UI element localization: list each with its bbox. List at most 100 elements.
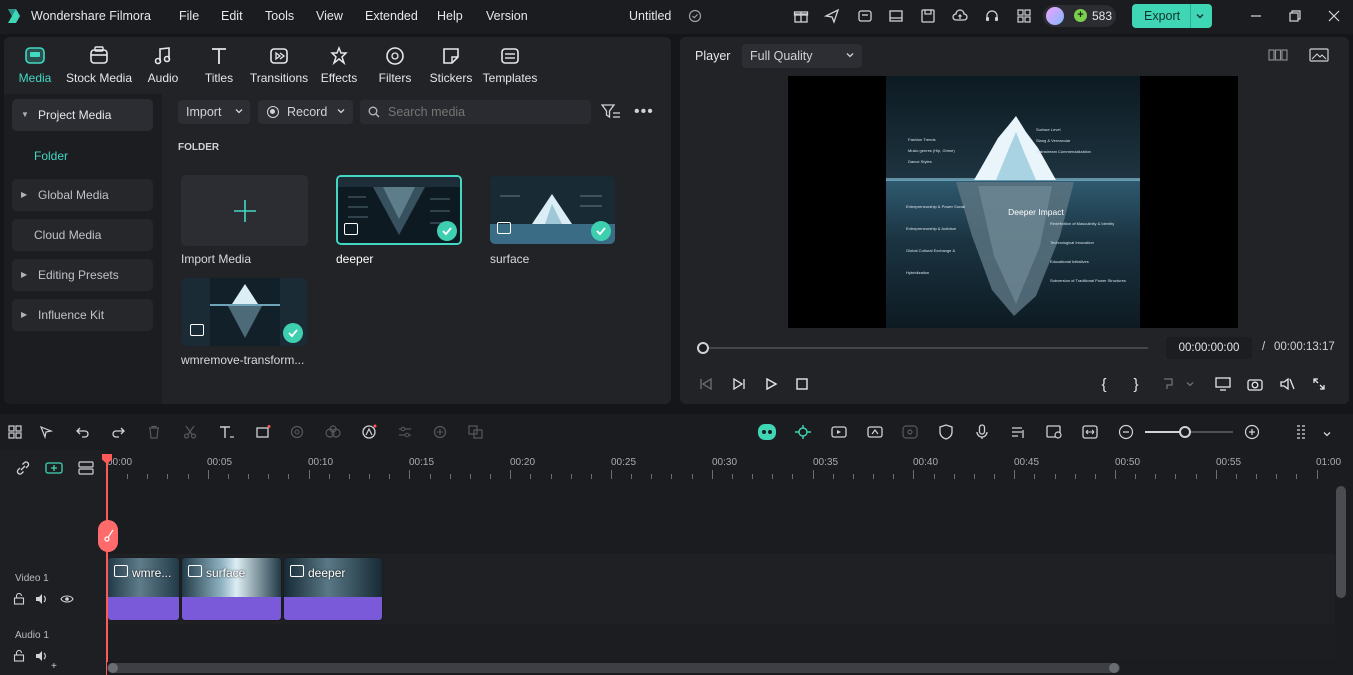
display-settings-icon[interactable] [1212, 373, 1234, 395]
chevron-down-icon[interactable] [1185, 378, 1195, 392]
vertical-scroll-thumb[interactable] [1336, 486, 1346, 598]
sidebar-item-global-media[interactable]: ▶ Global Media [12, 179, 153, 211]
playhead-scissors-handle[interactable] [98, 520, 118, 552]
split-scissors-icon[interactable] [179, 421, 201, 443]
previous-frame-icon[interactable] [695, 373, 717, 395]
templates-gallery-icon[interactable] [855, 6, 875, 26]
timeline-clip-surface[interactable]: surface [181, 557, 282, 621]
import-dropdown[interactable]: Import [178, 100, 250, 124]
menu-edit[interactable]: Edit [221, 9, 243, 23]
cloud-upload-icon[interactable] [950, 6, 970, 26]
chevron-down-icon[interactable] [1322, 428, 1332, 442]
close-icon[interactable] [1324, 6, 1344, 26]
mask-icon[interactable] [322, 421, 344, 443]
import-media-tile[interactable] [181, 175, 308, 246]
menu-file[interactable]: File [179, 9, 199, 23]
speaker-icon[interactable] [31, 588, 53, 610]
search-input[interactable] [388, 103, 583, 121]
color-match-icon[interactable] [287, 421, 309, 443]
audio-track-lane[interactable] [107, 624, 1337, 660]
media-item-wmremove[interactable] [182, 278, 307, 346]
camera-snapshot-icon[interactable] [1244, 373, 1266, 395]
playback-scrubber[interactable] [703, 347, 1148, 349]
menu-tools[interactable]: Tools [265, 9, 294, 23]
search-box[interactable] [360, 100, 591, 124]
play-icon[interactable] [760, 373, 782, 395]
speed-ramp-icon[interactable] [899, 421, 921, 443]
crop-icon[interactable] [252, 421, 274, 443]
sidebar-item-editing-presets[interactable]: ▶ Editing Presets [12, 259, 153, 291]
stop-icon[interactable] [791, 373, 813, 395]
filter-sort-icon[interactable] [600, 103, 621, 124]
tab-stock-media[interactable]: Stock Media [64, 41, 134, 91]
gift-icon[interactable] [791, 6, 811, 26]
fit-timeline-icon[interactable] [1079, 421, 1101, 443]
translate-icon[interactable] [465, 421, 487, 443]
tab-templates[interactable]: Templates [475, 41, 545, 91]
marker-icon[interactable] [1157, 373, 1179, 395]
media-item-deeper[interactable] [336, 175, 462, 245]
audio-mixer-icon[interactable] [1007, 421, 1029, 443]
scrubber-handle[interactable] [697, 342, 709, 354]
timeline-ruler[interactable]: 00:00 00:05 00:10 00:15 00:20 00:25 00:3… [107, 450, 1353, 484]
select-tool-icon[interactable] [35, 421, 57, 443]
microphone-icon[interactable] [971, 421, 993, 443]
credits-pill[interactable]: + 583 [1043, 5, 1116, 27]
zoom-slider-handle[interactable] [1179, 426, 1192, 438]
ai-copilot-icon[interactable] [756, 421, 778, 443]
sidebar-item-folder[interactable]: Folder [34, 149, 68, 163]
restore-icon[interactable] [1285, 6, 1305, 26]
smart-edit-icon[interactable] [864, 421, 886, 443]
picture-in-picture-icon[interactable] [1043, 421, 1065, 443]
export-button[interactable]: Export [1132, 4, 1212, 28]
menu-help[interactable]: Help [437, 9, 463, 23]
zoom-slider[interactable] [1145, 426, 1233, 438]
horizontal-scroll-thumb[interactable] [107, 663, 1120, 673]
send-icon[interactable] [822, 6, 842, 26]
video-preview[interactable]: Deeper Impact Surface Level Slang & Vern… [788, 76, 1238, 328]
grid-view-icon[interactable] [1268, 47, 1288, 66]
sidebar-item-cloud-media[interactable]: Cloud Media [12, 219, 153, 251]
menu-view[interactable]: View [316, 9, 343, 23]
add-video-track-icon[interactable] [43, 457, 65, 479]
speaker-icon[interactable] [31, 645, 53, 667]
sync-status-icon[interactable] [685, 6, 705, 26]
record-dropdown[interactable]: Record [258, 100, 353, 124]
add-track-plus-icon[interactable]: + [51, 661, 57, 672]
ai-tools-icon[interactable] [358, 421, 380, 443]
tab-media[interactable]: Media [0, 41, 70, 91]
lock-track-icon[interactable] [8, 588, 30, 610]
snapshot-image-icon[interactable] [1309, 47, 1329, 66]
track-manager-icon[interactable] [75, 457, 97, 479]
next-frame-icon[interactable] [728, 373, 750, 395]
auto-reframe-icon[interactable] [828, 421, 850, 443]
more-options-icon[interactable]: ••• [634, 103, 654, 121]
export-dropdown-chevron-icon[interactable] [1195, 10, 1205, 24]
delete-icon[interactable] [143, 421, 165, 443]
timeline-clip-wmremove[interactable]: wmre... [107, 557, 180, 621]
lock-track-icon[interactable] [8, 645, 30, 667]
media-item-surface[interactable] [490, 176, 615, 244]
sidebar-item-project-media[interactable]: ▼ Project Media [12, 99, 153, 131]
fullscreen-icon[interactable] [1308, 373, 1330, 395]
stabilize-icon[interactable] [429, 421, 451, 443]
playhead[interactable] [106, 456, 108, 675]
horizontal-scrollbar[interactable] [107, 662, 1337, 675]
redo-icon[interactable] [107, 421, 129, 443]
undo-icon[interactable] [72, 421, 94, 443]
sidebar-item-influence-kit[interactable]: ▶ Influence Kit [12, 299, 153, 331]
minimize-icon[interactable] [1246, 6, 1266, 26]
text-tool-icon[interactable] [216, 421, 238, 443]
track-view-options-icon[interactable] [1292, 421, 1314, 443]
audio-mute-icon[interactable] [1276, 373, 1298, 395]
menu-extended[interactable]: Extended [365, 9, 418, 23]
auto-beat-icon[interactable] [792, 421, 814, 443]
link-icon[interactable] [12, 457, 34, 479]
layout-grid-icon[interactable] [4, 421, 26, 443]
adjust-sliders-icon[interactable] [394, 421, 416, 443]
eye-visibility-icon[interactable] [56, 588, 78, 610]
mark-in-icon[interactable]: { [1093, 373, 1115, 395]
apps-grid-icon[interactable] [1014, 6, 1034, 26]
menu-version[interactable]: Version [486, 9, 528, 23]
layout-icon[interactable] [886, 6, 906, 26]
